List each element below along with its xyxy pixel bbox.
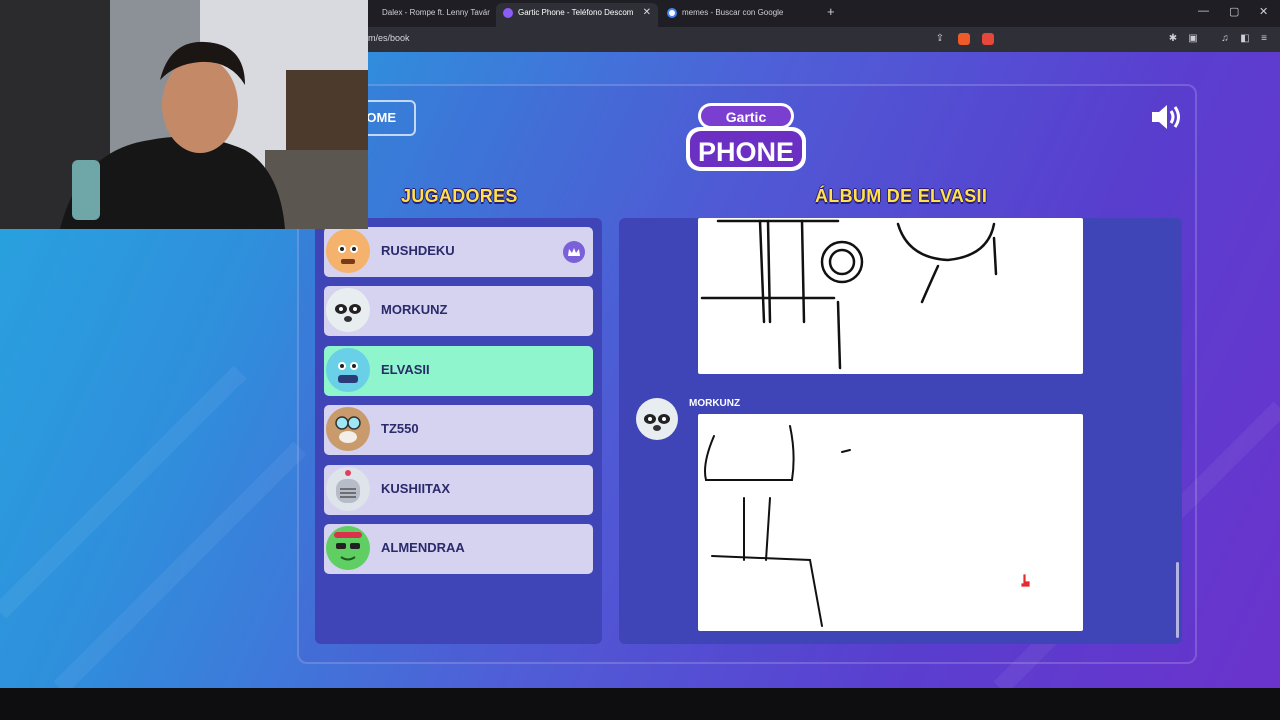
tab-label: memes - Buscar con Google xyxy=(682,8,784,17)
album-heading: ÁLBUM DE ELVASII xyxy=(815,186,988,206)
music-icon[interactable]: ♫ xyxy=(1219,33,1231,45)
player-name: TZ550 xyxy=(381,421,419,436)
player-name: ELVASII xyxy=(381,362,430,377)
player-name: ALMENDRAA xyxy=(381,540,465,555)
avatar xyxy=(326,467,370,511)
album-scrollbar[interactable] xyxy=(1176,562,1179,638)
player-rushdeku[interactable]: RUSHDEKU xyxy=(324,227,593,277)
sunglasses-face-icon xyxy=(334,532,362,561)
player-tz550[interactable]: TZ550 xyxy=(324,405,593,455)
speaker-icon[interactable] xyxy=(1150,102,1184,132)
webcam-overlay xyxy=(0,0,368,229)
player-elvasii[interactable]: ELVASII xyxy=(324,346,593,396)
tab-label: Dalex - Rompe ft. Lenny Tavárez xyxy=(382,8,490,17)
share-icon[interactable]: ⇪ xyxy=(934,33,946,45)
panda-face-icon xyxy=(335,304,361,322)
tab-label: Gartic Phone - Teléfono Descom xyxy=(518,8,634,17)
new-tab-icon[interactable]: + xyxy=(827,4,835,19)
drawing-canvas xyxy=(698,414,1083,631)
tab-gartic-phone[interactable]: Gartic Phone - Teléfono Descom ✕ xyxy=(496,3,658,27)
monster-face-icon xyxy=(338,362,358,383)
webcam-video xyxy=(0,0,368,229)
panda-face-icon xyxy=(644,414,670,431)
avatar xyxy=(326,526,370,570)
player-face-icon xyxy=(338,245,358,264)
album-entry-author: MORKUNZ xyxy=(689,398,741,409)
google-favicon-icon xyxy=(667,8,677,18)
player-name: RUSHDEKU xyxy=(381,243,455,258)
taskbar-strip xyxy=(0,688,1280,720)
tab-memes[interactable]: memes - Buscar con Google xyxy=(660,3,820,27)
brave-shield-icon[interactable] xyxy=(958,33,970,45)
tab-search-icon[interactable]: ▣ xyxy=(1187,33,1199,45)
album-entry-avatar xyxy=(636,398,678,440)
close-window-icon[interactable]: ✕ xyxy=(1259,5,1268,18)
url-field[interactable]: m/es/book xyxy=(368,33,410,43)
player-kushiitax[interactable]: KUSHIITAX xyxy=(324,465,593,515)
gartic-favicon-icon xyxy=(503,8,513,18)
knight-helmet-icon xyxy=(336,470,360,503)
avatar xyxy=(326,288,370,332)
brave-rewards-icon[interactable] xyxy=(982,33,994,45)
tab-dalex[interactable]: Dalex - Rompe ft. Lenny Tavárez xyxy=(360,3,490,27)
logo-text-bottom: PHONE xyxy=(698,137,794,167)
drawing-strokes xyxy=(700,219,998,370)
player-almendraa[interactable]: ALMENDRAA xyxy=(324,524,593,574)
avatar xyxy=(326,229,370,273)
players-panel: RUSHDEKU MORKUNZ ELVASII TZ550 KUSHIITAX… xyxy=(315,218,602,644)
album-panel: MORKUNZ xyxy=(619,218,1182,644)
maximize-icon[interactable]: ▢ xyxy=(1229,5,1239,18)
players-heading: JUGADORES xyxy=(401,186,518,206)
goggles-face-icon xyxy=(335,416,361,443)
crown-icon xyxy=(563,241,585,263)
menu-icon[interactable]: ≡ xyxy=(1258,33,1270,45)
drawing-canvas-previous xyxy=(698,218,1083,374)
gartic-phone-logo: Gartic PHONE xyxy=(686,103,806,171)
avatar xyxy=(326,348,370,392)
avatar xyxy=(326,407,370,451)
sidebar-icon[interactable]: ◧ xyxy=(1239,33,1251,45)
extensions-icon[interactable]: ✱ xyxy=(1167,33,1179,45)
player-morkunz[interactable]: MORKUNZ xyxy=(324,286,593,336)
player-name: MORKUNZ xyxy=(381,302,448,317)
close-tab-icon[interactable]: ✕ xyxy=(643,3,651,23)
drawing-strokes xyxy=(704,425,851,627)
minimize-icon[interactable]: — xyxy=(1198,5,1209,17)
cursor-pointer-icon xyxy=(1020,573,1031,588)
logo-text-top: Gartic xyxy=(726,109,767,125)
player-name: KUSHIITAX xyxy=(381,481,451,496)
